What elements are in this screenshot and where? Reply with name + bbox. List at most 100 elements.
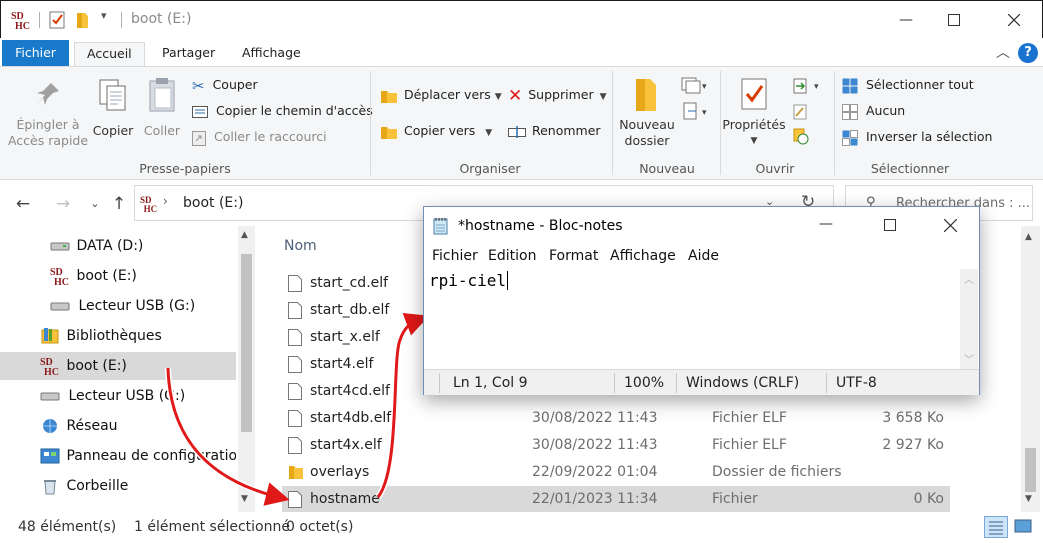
help-icon[interactable]: ? <box>1018 43 1038 63</box>
tab-view[interactable]: Affichage <box>230 42 313 66</box>
file-name: start_x.elf <box>310 329 380 345</box>
properties-button[interactable]: Propriétés ▼ <box>722 75 786 149</box>
invert-selection-button[interactable]: Inverser la sélection <box>842 126 992 148</box>
nav-label: boot (E:) <box>66 358 127 374</box>
file-icon <box>288 329 302 346</box>
notepad-scrollbar[interactable]: ︿ ﹀ <box>960 269 978 369</box>
nav-scrollbar[interactable]: ▲ ▼ <box>238 226 255 512</box>
up-arrow-icon: ↑ <box>111 194 127 214</box>
nav-item-usb-g-2[interactable]: Lecteur USB (G:) <box>0 382 236 410</box>
new-folder-button[interactable]: Nouveau dossier <box>618 75 676 149</box>
nav-item-boot-e[interactable]: SD HC boot (E:) <box>0 262 236 290</box>
move-to-button[interactable]: Déplacer vers ▼ <box>380 84 502 106</box>
back-button[interactable]: ← <box>10 192 36 216</box>
nav-label: Bibliothèques <box>66 328 162 344</box>
file-size: 2 927 Ko <box>882 437 944 453</box>
folder-icon <box>289 466 303 479</box>
paste-button[interactable]: Coller <box>140 77 184 139</box>
breadcrumb-chevron-icon[interactable]: › <box>163 194 168 208</box>
open-group-label: Ouvrir <box>755 161 795 176</box>
file-row-hostname[interactable]: hostname 22/01/2023 11:34 Fichier 0 Ko <box>282 486 950 513</box>
file-row-start4db[interactable]: start4db.elf 30/08/2022 11:43 Fichier EL… <box>282 405 950 432</box>
scroll-up-icon[interactable]: ▲ <box>1025 232 1032 242</box>
up-button[interactable]: ↑ <box>106 192 132 216</box>
file-size: 3 658 Ko <box>882 410 944 426</box>
navigation-pane: DATA (D:) SD HC boot (E:) Lecteur USB (G:… <box>0 226 258 512</box>
file-scroll-thumb[interactable] <box>1025 448 1036 492</box>
copy-button[interactable]: Copier <box>90 77 136 139</box>
menu-file[interactable]: Fichier <box>432 248 478 264</box>
nav-item-boot-e-selected[interactable]: SD HC boot (E:) <box>0 352 236 380</box>
nav-scroll-thumb[interactable] <box>241 254 252 432</box>
nav-item-control-panel[interactable]: Panneau de configuration <box>0 442 236 470</box>
history-icon[interactable] <box>790 127 810 149</box>
new-folder-quick-icon[interactable] <box>75 11 91 33</box>
scroll-up-icon[interactable]: ▲ <box>241 230 248 240</box>
menu-format[interactable]: Format <box>549 248 598 264</box>
edit-icon[interactable] <box>790 103 810 125</box>
delete-button[interactable]: ✕ Supprimer ▼ <box>508 84 607 106</box>
chevron-down-icon: ▼ <box>485 128 493 138</box>
column-header-name[interactable]: Nom <box>284 238 317 254</box>
file-row-overlays[interactable]: overlays 22/09/2022 01:04 Dossier de fic… <box>282 459 950 486</box>
tab-share[interactable]: Partager <box>150 42 227 66</box>
scroll-down-icon[interactable]: ▼ <box>241 494 248 504</box>
pin-quick-access-button[interactable]: Épingler à Accès rapide <box>6 79 90 149</box>
file-icon <box>288 356 302 373</box>
file-type: Fichier <box>712 491 758 507</box>
tab-file[interactable]: Fichier <box>2 40 69 66</box>
breadcrumb-path[interactable]: boot (E:) <box>183 195 243 211</box>
status-bar: 48 élément(s) 1 élément sélectionné 0 oc… <box>0 512 1043 543</box>
large-icons-view-icon <box>1014 519 1032 533</box>
select-all-icon <box>842 78 858 93</box>
maximize-button[interactable] <box>931 1 977 39</box>
file-list-scrollbar[interactable]: ▲ ▼ <box>1021 226 1040 512</box>
notepad-text-area[interactable]: rpi-ciel <box>425 269 960 369</box>
customize-qa-icon[interactable]: ▾ <box>101 9 107 22</box>
cut-button[interactable]: ✂ Couper <box>192 74 258 96</box>
nav-label: DATA (D:) <box>76 238 144 254</box>
nav-item-network[interactable]: Réseau <box>0 412 236 440</box>
file-row-start4x[interactable]: start4x.elf 30/08/2022 11:43 Fichier ELF… <box>282 432 950 459</box>
properties-quick-icon[interactable] <box>49 11 65 33</box>
easy-access-icon[interactable]: ▾ <box>680 101 710 125</box>
maximize-icon <box>948 14 960 26</box>
close-button[interactable] <box>944 219 957 232</box>
select-none-button[interactable]: Aucun <box>842 100 905 122</box>
copy-to-button[interactable]: Copier vers ▼ <box>380 120 492 142</box>
rename-button[interactable]: Renommer <box>508 120 601 142</box>
move-to-label: Déplacer vers <box>403 87 491 102</box>
new-item-icon[interactable]: ▾ <box>680 75 710 99</box>
paste-shortcut-button[interactable]: Coller le raccourci <box>192 126 327 148</box>
menu-view[interactable]: Affichage <box>610 248 676 264</box>
open-icon[interactable]: ▾ <box>790 77 824 99</box>
minimize-button[interactable]: — <box>883 1 929 39</box>
chevron-down-icon: ▼ <box>750 136 758 146</box>
forward-button[interactable]: → <box>50 192 76 216</box>
scroll-down-icon[interactable]: ﹀ <box>964 351 974 366</box>
close-button[interactable] <box>991 1 1037 39</box>
nav-item-data-d[interactable]: DATA (D:) <box>0 232 236 260</box>
notepad-status-bar: Ln 1, Col 9 100% Windows (CRLF) UTF-8 <box>424 369 979 395</box>
pin-label: Épingler à Accès rapide <box>7 117 89 148</box>
menu-edit[interactable]: Edition <box>488 248 536 264</box>
recent-locations-button[interactable]: ⌄ <box>82 192 108 216</box>
tab-home[interactable]: Accueil <box>74 42 145 66</box>
sdhc-drive-icon[interactable]: SD HC <box>11 10 31 34</box>
nav-item-libraries[interactable]: Bibliothèques <box>0 322 236 350</box>
minimize-button[interactable]: — <box>819 216 833 232</box>
nav-item-recycle-bin[interactable]: Corbeille <box>0 472 236 500</box>
maximize-button[interactable] <box>884 219 896 231</box>
file-name: start_cd.elf <box>310 275 389 291</box>
large-icons-view-button[interactable] <box>1012 516 1036 538</box>
menu-help[interactable]: Aide <box>688 248 719 264</box>
collapse-ribbon-icon[interactable]: ︿ <box>996 42 1010 62</box>
details-view-button[interactable] <box>984 516 1008 538</box>
paste-shortcut-icon <box>192 130 206 146</box>
scroll-down-icon[interactable]: ▼ <box>1025 494 1032 504</box>
nav-item-usb-g[interactable]: Lecteur USB (G:) <box>0 292 236 320</box>
select-all-button[interactable]: Sélectionner tout <box>842 74 974 96</box>
selection-count: 1 élément sélectionné <box>134 519 290 535</box>
scroll-up-icon[interactable]: ︿ <box>964 271 974 286</box>
copy-path-button[interactable]: Copier le chemin d'accès <box>192 100 373 122</box>
